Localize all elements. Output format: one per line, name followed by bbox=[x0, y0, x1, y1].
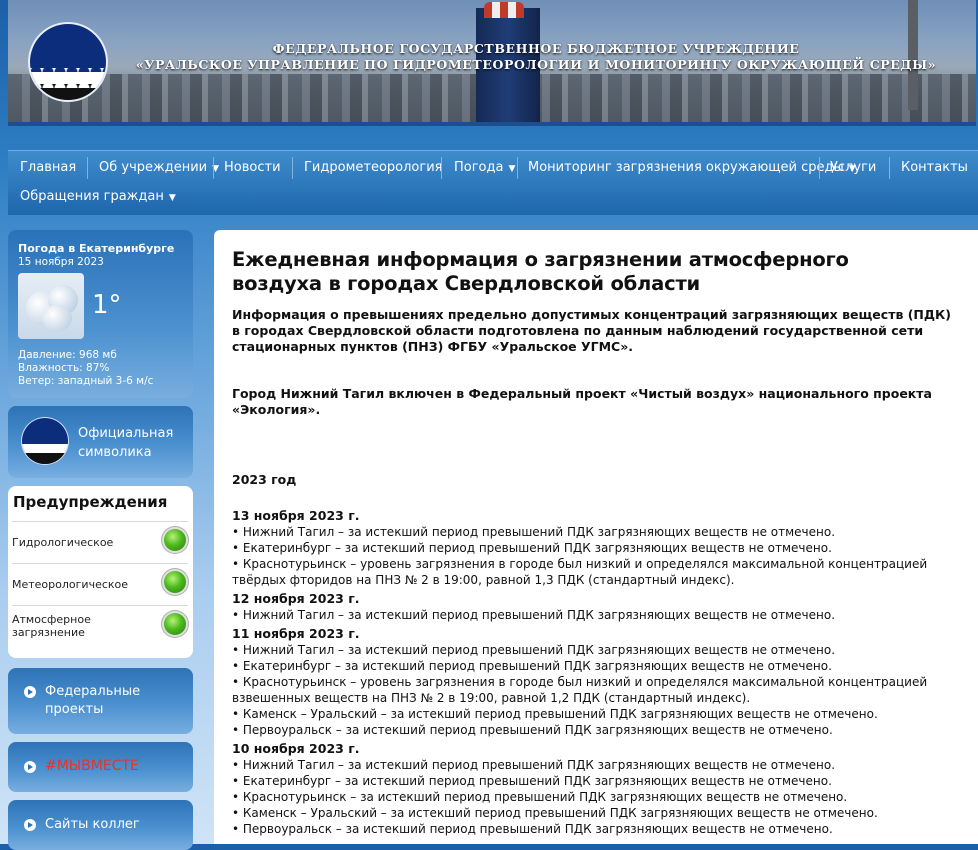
daily-report-block: 13 ноября 2023 г. • Нижний Тагил – за ист… bbox=[232, 508, 962, 588]
nav-item-home[interactable]: Главная bbox=[20, 154, 76, 182]
warnings-panel: Предупреждения Гидрологическое Метеороло… bbox=[8, 486, 193, 658]
nav-item-label: Погода bbox=[454, 160, 504, 175]
chevron-down-icon: ▼ bbox=[508, 164, 516, 174]
daily-report-block: 10 ноября 2023 г. • Нижний Тагил – за ист… bbox=[232, 741, 962, 837]
report-date: 13 ноября 2023 г. bbox=[232, 508, 360, 523]
report-item: • Нижний Тагил – за истекший период прев… bbox=[232, 525, 836, 539]
header-radar-tower-image bbox=[484, 2, 524, 18]
official-symbols-label: Официальная символика bbox=[78, 426, 174, 460]
clean-air-project-note: Город Нижний Тагил включен в Федеральный… bbox=[232, 386, 932, 417]
arrow-right-icon bbox=[24, 761, 36, 773]
report-item: • Первоуральск – за истекший период прев… bbox=[232, 822, 833, 836]
weather-widget[interactable]: Погода в Екатеринбурге 15 ноября 2023 1°… bbox=[8, 230, 193, 398]
nav-item-label: Гидрометеорология bbox=[304, 160, 443, 175]
green-status-icon bbox=[164, 613, 186, 635]
report-item: • Краснотурьинск – уровень загрязнения в… bbox=[232, 557, 928, 587]
cloud-icon bbox=[18, 273, 84, 339]
nav-item-label: Главная bbox=[20, 160, 77, 175]
warning-row-meteorological[interactable]: Метеорологическое bbox=[12, 563, 188, 604]
report-item: • Краснотурьинск – уровень загрязнения в… bbox=[232, 675, 928, 705]
main-navigation: Главная Об учреждении ▼ Новости Гидромете… bbox=[8, 150, 978, 215]
colleague-sites-label: Сайты коллег bbox=[45, 817, 140, 832]
page-title: Ежедневная информация о загрязнении атмо… bbox=[232, 248, 849, 295]
report-item: • Екатеринбург – за истекший период прев… bbox=[232, 659, 832, 673]
nav-item-label: Контакты bbox=[901, 160, 968, 175]
organization-title: ФЕДЕРАЛЬНОЕ ГОСУДАРСТВЕННОЕ БЮДЖЕТНОЕ УЧ… bbox=[120, 41, 952, 73]
report-item: • Каменск – Уральский – за истекший пери… bbox=[232, 806, 878, 820]
intro-text: Информация о превышениях предельно допус… bbox=[232, 307, 951, 354]
report-date: 10 ноября 2023 г. bbox=[232, 741, 360, 756]
report-item: • Нижний Тагил – за истекший период прев… bbox=[232, 643, 836, 657]
warnings-title: Предупреждения bbox=[13, 493, 168, 511]
chevron-down-icon: ▼ bbox=[168, 193, 176, 203]
ugms-logo-icon[interactable] bbox=[30, 24, 106, 100]
report-item: • Краснотурьинск – за истекший период пр… bbox=[232, 790, 848, 804]
federal-projects-label: Федеральные проекты bbox=[45, 684, 141, 717]
nav-item-label: Об учреждении bbox=[99, 160, 208, 175]
warning-row-air-pollution[interactable]: Атмосферное загрязнение bbox=[12, 605, 188, 646]
weather-wind: Ветер: западный 3-6 м/с bbox=[18, 375, 154, 387]
weather-title: Погода в Екатеринбурге bbox=[18, 242, 175, 255]
daily-report-block: 12 ноября 2023 г. • Нижний Тагил – за ист… bbox=[232, 591, 962, 623]
site-header: ФЕДЕРАЛЬНОЕ ГОСУДАРСТВЕННОЕ БЮДЖЕТНОЕ УЧ… bbox=[8, 0, 976, 126]
weather-temperature: 1° bbox=[92, 290, 122, 320]
report-item: • Первоуральск – за истекший период прев… bbox=[232, 723, 833, 737]
weather-date: 15 ноября 2023 bbox=[18, 256, 104, 268]
arrow-right-icon bbox=[24, 686, 36, 698]
green-status-icon bbox=[164, 529, 186, 551]
arrow-right-icon bbox=[24, 819, 36, 831]
report-item: • Нижний Тагил – за истекший период прев… bbox=[232, 608, 836, 622]
warning-label: Метеорологическое bbox=[12, 577, 129, 591]
report-item: • Екатеринбург – за истекший период прев… bbox=[232, 541, 832, 555]
federal-projects-link[interactable]: Федеральные проекты bbox=[8, 668, 193, 734]
nav-item-contacts[interactable]: Контакты bbox=[901, 154, 968, 182]
nav-item-pollution-monitoring[interactable]: Мониторинг загрязнения окружающей среды ▼ bbox=[528, 154, 856, 182]
official-symbols-link[interactable]: Официальная символика bbox=[8, 406, 193, 478]
year-heading: 2023 год bbox=[232, 472, 297, 487]
weather-pressure: Давление: 968 мб bbox=[18, 349, 117, 361]
report-date: 11 ноября 2023 г. bbox=[232, 626, 360, 641]
report-date: 12 ноября 2023 г. bbox=[232, 591, 360, 606]
nav-item-about[interactable]: Об учреждении ▼ bbox=[99, 154, 219, 182]
weather-humidity: Влажность: 87% bbox=[18, 362, 110, 374]
daily-report-list: 13 ноября 2023 г. • Нижний Тагил – за ист… bbox=[232, 508, 962, 840]
mywetogether-label: #МЫВМЕСТЕ bbox=[45, 758, 139, 774]
organization-title-line2: «УРАЛЬСКОЕ УПРАВЛЕНИЕ ПО ГИДРОМЕТЕОРОЛОГ… bbox=[135, 57, 937, 72]
warning-label: Гидрологическое bbox=[12, 535, 114, 549]
nav-item-news[interactable]: Новости bbox=[224, 154, 281, 182]
warning-label: Атмосферное загрязнение bbox=[12, 613, 91, 639]
report-item: • Каменск – Уральский – за истекший пери… bbox=[232, 707, 878, 721]
report-item: • Нижний Тагил – за истекший период прев… bbox=[232, 758, 836, 772]
warning-row-hydrological[interactable]: Гидрологическое bbox=[12, 521, 188, 562]
mywetogether-link[interactable]: #МЫВМЕСТЕ bbox=[8, 742, 193, 792]
nav-item-label: Мониторинг загрязнения окружающей среды bbox=[528, 160, 844, 175]
nav-item-hydrometeorology[interactable]: Гидрометеорология bbox=[304, 154, 442, 182]
nav-item-weather[interactable]: Погода ▼ bbox=[454, 154, 515, 182]
daily-report-block: 11 ноября 2023 г. • Нижний Тагил – за ист… bbox=[232, 626, 962, 738]
nav-item-label: Услуги bbox=[830, 160, 877, 175]
organization-title-line1: ФЕДЕРАЛЬНОЕ ГОСУДАРСТВЕННОЕ БЮДЖЕТНОЕ УЧ… bbox=[272, 41, 800, 56]
report-item: • Екатеринбург – за истекший период прев… bbox=[232, 774, 832, 788]
nav-item-label: Обращения граждан bbox=[20, 189, 164, 204]
green-status-icon bbox=[164, 571, 186, 593]
nav-item-citizen-requests[interactable]: Обращения граждан ▼ bbox=[20, 183, 176, 211]
colleague-sites-link[interactable]: Сайты коллег bbox=[8, 800, 193, 850]
nav-item-label: Новости bbox=[224, 160, 281, 175]
main-content: Ежедневная информация о загрязнении атмо… bbox=[214, 230, 978, 844]
ugms-logo-icon bbox=[22, 418, 68, 464]
nav-item-services[interactable]: Услуги bbox=[830, 154, 876, 182]
